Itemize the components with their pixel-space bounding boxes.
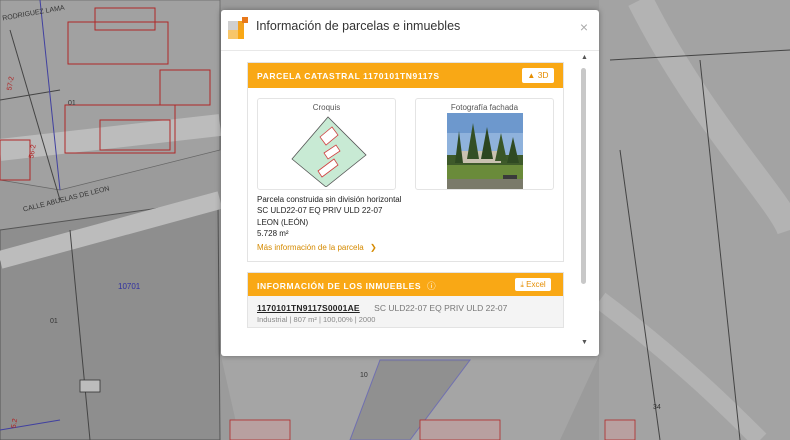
facade-photo-thumbnail[interactable]: Fotografía fachada bbox=[415, 98, 554, 190]
cubes-icon: ▲ bbox=[527, 71, 536, 80]
parcel-card-title: PARCELA CATASTRAL 1170101TN9117S bbox=[257, 71, 440, 81]
parcel-area: 5.728 m² bbox=[257, 228, 289, 238]
view-3d-label: 3D bbox=[537, 70, 549, 80]
parcel-city: LEON (LEÓN) bbox=[257, 217, 309, 227]
parcel-address: SC ULD22-07 EQ PRIV ULD 22-07 bbox=[257, 206, 383, 216]
inmuebles-card-header: INFORMACIÓN DE LOS INMUEBLES ⓘ ⤓ Excel bbox=[248, 273, 563, 296]
download-icon: ⤓ bbox=[520, 280, 524, 289]
parcel-description: Parcela construida sin división horizont… bbox=[257, 194, 402, 239]
scroll-thumb[interactable] bbox=[581, 68, 586, 284]
parcel-info-dialog: Información de parcelas e inmuebles × PA… bbox=[221, 10, 599, 356]
view-3d-button[interactable]: ▲ 3D bbox=[522, 68, 554, 83]
inmuebles-card: INFORMACIÓN DE LOS INMUEBLES ⓘ ⤓ Excel 1… bbox=[247, 272, 564, 328]
divider bbox=[221, 50, 599, 51]
catastro-logo-icon bbox=[228, 17, 248, 39]
inmueble-row: 1170101TN9117S0001AE SC ULD22-07 EQ PRIV… bbox=[257, 303, 507, 313]
map-label: 34 bbox=[653, 404, 661, 411]
scroll-down-arrow-icon[interactable]: ▼ bbox=[581, 339, 588, 346]
facade-label: Fotografía fachada bbox=[450, 103, 519, 112]
scroll-up-arrow-icon[interactable]: ▲ bbox=[581, 54, 588, 61]
map-parcel-id: 10701 bbox=[118, 282, 141, 291]
dialog-body: PARCELA CATASTRAL 1170101TN9117S ▲ 3D Cr… bbox=[247, 62, 564, 352]
dialog-title: Información de parcelas e inmuebles bbox=[256, 19, 461, 33]
map-parcel-id: 01 bbox=[50, 318, 58, 325]
parcel-sketch bbox=[291, 116, 367, 187]
more-info-link[interactable]: Más información de la parcela ❯ bbox=[257, 243, 377, 252]
parcel-type: Parcela construida sin división horizont… bbox=[257, 195, 402, 204]
export-excel-button[interactable]: ⤓ Excel bbox=[515, 278, 551, 291]
dialog-scrollbar[interactable]: ▲ ▼ bbox=[579, 54, 589, 346]
parcel-card: PARCELA CATASTRAL 1170101TN9117S ▲ 3D Cr… bbox=[247, 62, 564, 262]
dialog-header: Información de parcelas e inmuebles × bbox=[221, 10, 599, 50]
inmueble-address: SC ULD22-07 EQ PRIV ULD 22-07 bbox=[374, 303, 508, 313]
inmuebles-card-title: INFORMACIÓN DE LOS INMUEBLES bbox=[257, 281, 422, 291]
croquis-thumbnail[interactable]: Croquis bbox=[257, 98, 396, 190]
map-parcel-id: 01 bbox=[68, 100, 76, 107]
cadastral-reference-link[interactable]: 1170101TN9117S0001AE bbox=[257, 303, 360, 313]
chevron-down-icon: ❯ bbox=[369, 243, 377, 252]
more-info-label: Más información de la parcela bbox=[257, 243, 364, 252]
close-icon[interactable]: × bbox=[577, 20, 591, 34]
croquis-label: Croquis bbox=[312, 103, 341, 112]
map-label: 10 bbox=[360, 372, 368, 379]
inmueble-details: Industrial | 807 m² | 100,00% | 2000 bbox=[257, 315, 376, 324]
facade-photo bbox=[447, 113, 523, 189]
info-icon[interactable]: ⓘ bbox=[427, 281, 436, 291]
parcel-card-header: PARCELA CATASTRAL 1170101TN9117S ▲ 3D bbox=[248, 63, 563, 88]
export-excel-label: Excel bbox=[526, 280, 546, 289]
